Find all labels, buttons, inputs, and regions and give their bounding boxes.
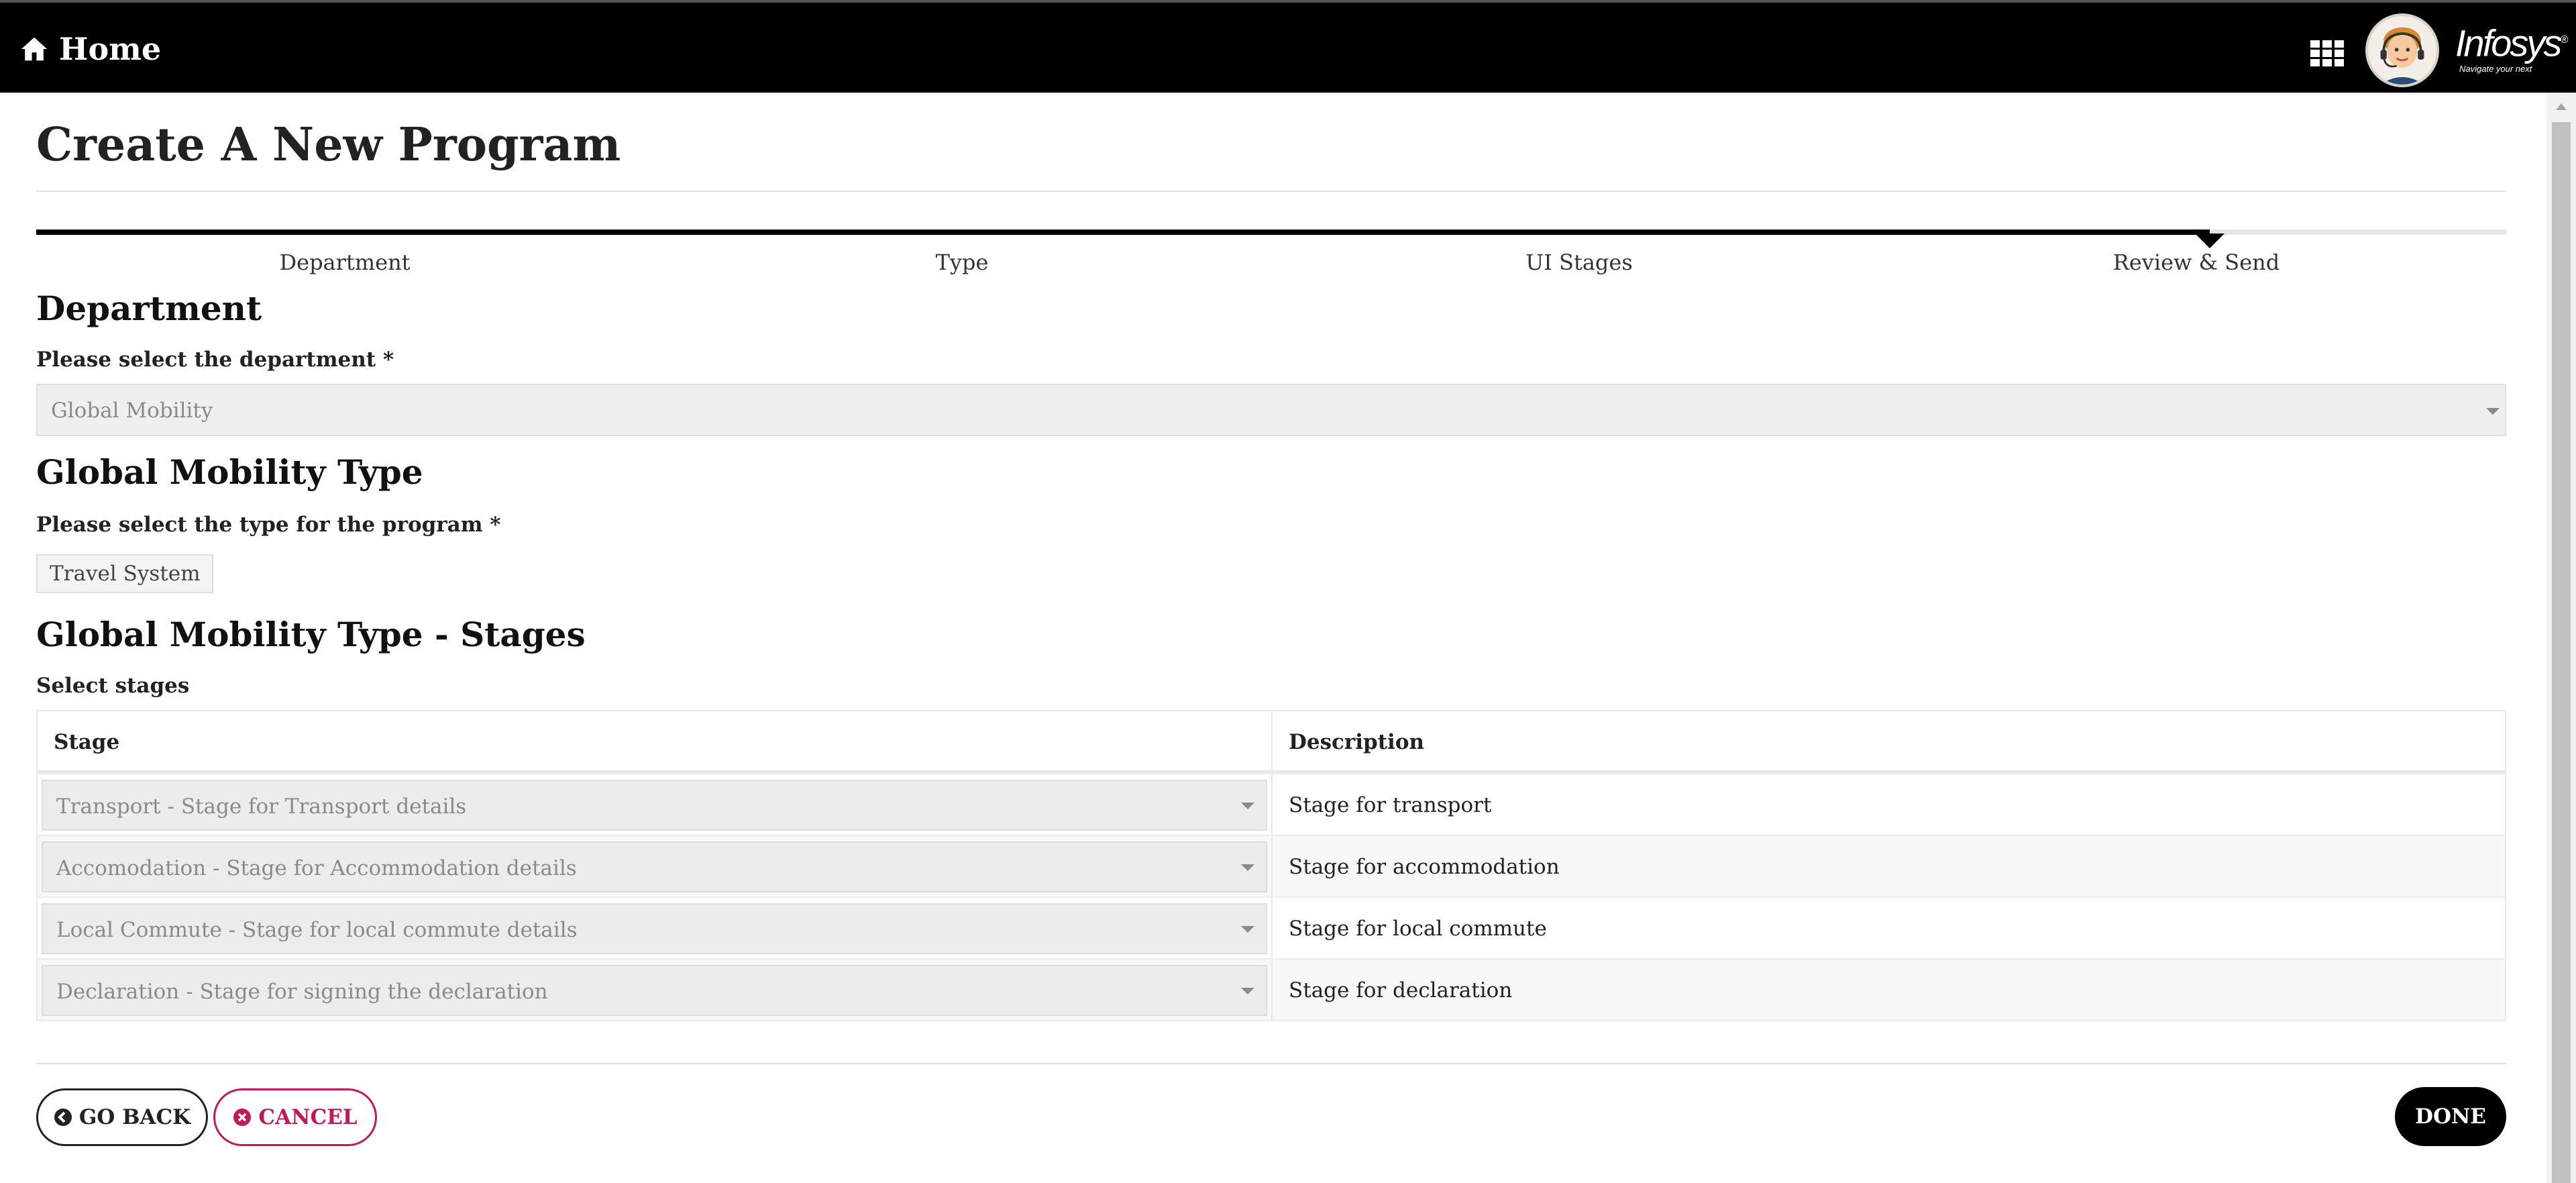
program-type-chip[interactable]: Travel System	[36, 554, 214, 593]
page-title: Create A New Program	[36, 118, 621, 172]
home-link[interactable]: Home	[20, 25, 161, 72]
stage-select[interactable]: Transport - Stage for Transport details	[42, 780, 1267, 831]
step-ui-stages[interactable]: UI Stages	[1271, 250, 1888, 275]
top-navigation-bar: Home Infosys® Navigate your next	[0, 0, 2576, 93]
chevron-down-icon	[1241, 988, 1254, 994]
stages-table: Stage Description Transport - Stage for …	[36, 710, 2506, 1021]
stage-cell: Local Commute - Stage for local commute …	[38, 898, 1273, 958]
department-select[interactable]: Global Mobility	[36, 384, 2506, 436]
stepper-progress-line	[36, 229, 2210, 235]
home-icon	[21, 37, 47, 61]
chevron-down-icon	[1241, 803, 1254, 809]
stage-select[interactable]: Declaration - Stage for signing the decl…	[42, 965, 1267, 1016]
description-cell: Stage for accommodation	[1289, 855, 1560, 879]
chevron-down-icon	[1241, 926, 1254, 933]
step-department[interactable]: Department	[36, 250, 653, 275]
chevron-down-icon	[2486, 408, 2500, 415]
done-button[interactable]: DONE	[2395, 1087, 2506, 1146]
title-divider	[36, 191, 2506, 192]
scrollbar-thumb[interactable]	[2552, 122, 2571, 1183]
stages-heading: Global Mobility Type - Stages	[36, 615, 586, 654]
cancel-button[interactable]: CANCEL	[213, 1088, 377, 1146]
apps-grid-icon[interactable]	[2310, 40, 2344, 67]
stage-select[interactable]: Local Commute - Stage for local commute …	[42, 903, 1267, 954]
stage-cell: Declaration - Stage for signing the decl…	[38, 960, 1273, 1020]
type-field-label: Please select the type for the program *	[36, 513, 501, 537]
active-step-marker-icon	[2195, 234, 2224, 248]
infosys-logo: Infosys® Navigate your next	[2455, 21, 2568, 74]
chevron-down-icon	[1241, 864, 1254, 871]
table-row: Transport - Stage for Transport details …	[38, 773, 2505, 835]
description-cell: Stage for declaration	[1289, 978, 1513, 1002]
home-label: Home	[59, 31, 162, 67]
page-scrollbar[interactable]	[2546, 93, 2576, 1183]
table-row: Local Commute - Stage for local commute …	[38, 896, 2505, 958]
avatar-illustration	[2368, 16, 2436, 85]
table-row: Declaration - Stage for signing the decl…	[38, 958, 2505, 1020]
stage-select[interactable]: Accomodation - Stage for Accommodation d…	[42, 841, 1267, 892]
table-row: Accomodation - Stage for Accommodation d…	[38, 835, 2505, 896]
go-back-button[interactable]: GO BACK	[36, 1088, 208, 1146]
arrow-left-circle-icon	[54, 1109, 72, 1126]
footer-divider	[36, 1063, 2506, 1064]
user-avatar[interactable]	[2365, 13, 2439, 87]
description-cell: Stage for local commute	[1289, 917, 1547, 941]
stage-column-header: Stage	[38, 711, 1273, 770]
stages-field-label: Select stages	[36, 674, 190, 698]
table-header: Stage Description	[38, 711, 2505, 773]
stepper-remaining-line	[2210, 229, 2506, 235]
department-selected-value: Global Mobility	[51, 399, 213, 423]
close-circle-icon	[233, 1109, 252, 1126]
wizard-stepper: Department Type UI Stages Review & Send	[36, 229, 2506, 276]
type-heading: Global Mobility Type	[36, 452, 423, 492]
department-heading: Department	[36, 289, 262, 328]
department-field-label: Please select the department *	[36, 348, 394, 372]
description-cell: Stage for transport	[1289, 793, 1492, 817]
stage-cell: Transport - Stage for Transport details	[38, 774, 1273, 835]
step-type[interactable]: Type	[653, 250, 1271, 275]
scroll-up-arrow-icon[interactable]	[2556, 103, 2567, 110]
step-review-send[interactable]: Review & Send	[1888, 250, 2505, 275]
description-column-header: Description	[1289, 730, 1425, 754]
stage-cell: Accomodation - Stage for Accommodation d…	[38, 836, 1273, 896]
